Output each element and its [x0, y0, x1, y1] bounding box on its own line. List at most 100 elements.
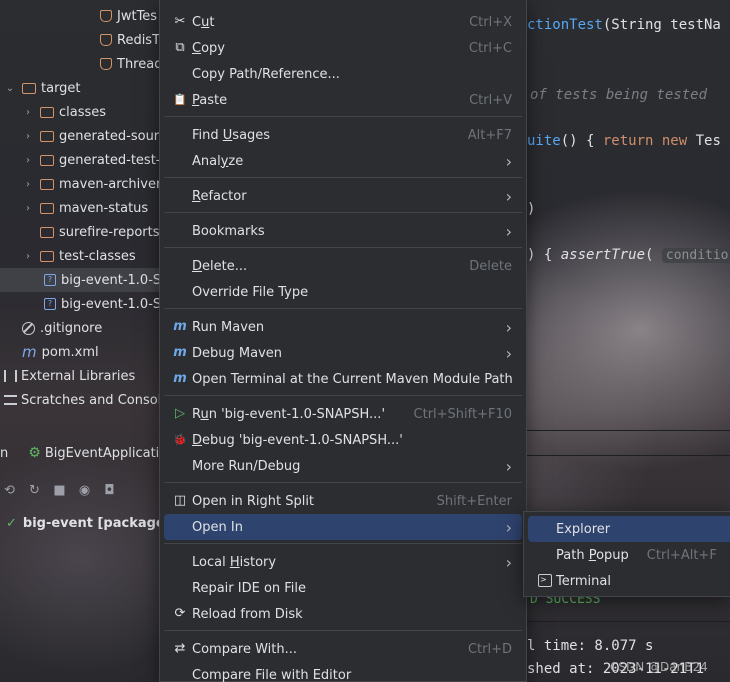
open-in-submenu: Explorer Path Popup Ctrl+Alt+F > Terminal [523, 511, 730, 597]
menu-item-bookmarks[interactable]: Bookmarks › [164, 218, 522, 244]
menu-item-label: Copy Path/Reference... [192, 66, 340, 82]
code-text: ( [645, 247, 654, 263]
maven-run-icon: m [173, 319, 187, 334]
tree-item[interactable]: › test-classes [0, 244, 170, 268]
menu-item-override-file-type[interactable]: Override File Type [164, 279, 522, 305]
menu-item-more-run-debug[interactable]: More Run/Debug › [164, 453, 522, 479]
menu-item-open-in-right-split[interactable]: ◫ Open in Right Split Shift+Enter [164, 488, 522, 514]
chevron-right-icon[interactable]: › [22, 251, 34, 262]
tree-item[interactable]: › classes [0, 100, 170, 124]
tree-item[interactable]: › generated-sour [0, 124, 170, 148]
editor-line-1: ctionTest(String testNa [527, 17, 721, 33]
chevron-down-icon[interactable]: ⌄ [4, 83, 16, 94]
rerun-failed-icon[interactable]: ↻ [27, 483, 42, 498]
tree-item-label: target [41, 80, 81, 96]
gitignore-icon [22, 321, 35, 335]
menu-item-paste[interactable]: 📋 Paste Ctrl+V [164, 87, 522, 113]
stop-icon[interactable]: ■ [52, 483, 67, 498]
tree-item-label: surefire-reports [59, 224, 160, 240]
tree-item[interactable]: surefire-reports [0, 220, 170, 244]
editor-line-2: of tests being tested [530, 87, 707, 103]
keyword-return: return [602, 133, 654, 149]
reload-icon: ⟳ [174, 606, 186, 621]
maven-terminal-icon: m [173, 371, 187, 386]
tree-item[interactable]: RedisT [0, 28, 170, 52]
menu-item-label: Copy [192, 40, 225, 56]
menu-item-delete[interactable]: Delete... Delete [164, 253, 522, 279]
run-tab-label[interactable]: BigEventApplicatio [45, 446, 167, 461]
tree-item-label: test-classes [59, 248, 136, 264]
chevron-right-icon[interactable]: › [22, 155, 34, 166]
menu-item-run-maven[interactable]: m Run Maven › [164, 314, 522, 340]
submenu-item-path-popup[interactable]: Path Popup Ctrl+Alt+F [528, 542, 730, 568]
chevron-right-icon[interactable]: › [22, 131, 34, 142]
console-rule [527, 621, 730, 622]
menu-item-local-history[interactable]: Local History › [164, 549, 522, 575]
chevron-right-icon[interactable]: › [22, 107, 34, 118]
menu-item-reload-from-disk[interactable]: ⟳ Reload from Disk [164, 601, 522, 627]
menu-item-refactor[interactable]: Refactor › [164, 183, 522, 209]
editor-line-3: uite() { return new Tes [527, 133, 721, 149]
menu-item-debug-maven[interactable]: m Debug Maven › [164, 340, 522, 366]
run-toolbar: ⟲ ↻ ■ ◉ ◘ [0, 478, 117, 502]
menu-separator [164, 308, 522, 309]
chevron-right-icon[interactable]: › [22, 203, 34, 214]
menu-item-find-usages[interactable]: Find Usages Alt+F7 [164, 122, 522, 148]
tree-item[interactable]: › generated-test- [0, 148, 170, 172]
keyword-new: new [653, 133, 688, 149]
eye-icon[interactable]: ◉ [77, 483, 92, 498]
submenu-item-terminal[interactable]: > Terminal [528, 568, 730, 594]
tree-item[interactable]: .gitignore [0, 316, 170, 340]
menu-item-repair-ide-on-file[interactable]: Repair IDE on File [164, 575, 522, 601]
tree-item[interactable]: ? big-event-1.0-S [0, 292, 170, 316]
tree-item[interactable]: m pom.xml [0, 340, 170, 364]
console-rule [527, 455, 730, 456]
menu-item-open-in[interactable]: Open In › [164, 514, 522, 540]
tree-item-label: Scratches and Consol [21, 392, 162, 408]
menu-item-compare-with[interactable]: ⇄ Compare With... Ctrl+D [164, 636, 522, 662]
paste-icon: 📋 [173, 93, 187, 106]
console-rule [527, 430, 730, 431]
menu-item-copy[interactable]: ⧉ Copy Ctrl+C [164, 35, 522, 61]
menu-item-copy-path-reference[interactable]: Copy Path/Reference... [164, 61, 522, 87]
tree-item[interactable]: ? big-event-1.0-S [0, 268, 170, 292]
jar-icon: ? [44, 274, 56, 286]
menu-item-cut[interactable]: ✂ Cut Ctrl+X [164, 9, 522, 35]
menu-item-shortcut: Ctrl+C [468, 40, 512, 56]
context-menu: ✂ Cut Ctrl+X ⧉ Copy Ctrl+C Copy Path/Reference… [159, 0, 527, 682]
menu-item-shortcut: Shift+Enter [436, 493, 512, 509]
tree-item-label: generated-sour [59, 128, 160, 144]
menu-item-label: Compare File with Editor [192, 667, 352, 682]
tree-item-label: Thread [117, 56, 163, 72]
tree-item-label: big-event-1.0-S [61, 272, 162, 288]
menu-item-label: Open Terminal at the Current Maven Modul… [192, 371, 513, 387]
menu-item-label: Compare With... [192, 641, 298, 657]
rerun-icon[interactable]: ⟲ [2, 483, 17, 498]
screenshot-icon[interactable]: ◘ [102, 483, 117, 498]
submenu-item-explorer[interactable]: Explorer [528, 516, 730, 542]
chevron-right-icon[interactable]: › [22, 179, 34, 190]
tree-item[interactable]: › maven-archiver [0, 172, 170, 196]
menu-item-label: Run 'big-event-1.0-SNAPSH...' [192, 406, 386, 422]
chevron-right-icon: › [505, 456, 512, 476]
menu-item-debug-big-event-1-0-snapsh[interactable]: 🐞 Debug 'big-event-1.0-SNAPSH...' [164, 427, 522, 453]
menu-item-label: Analyze [192, 153, 244, 169]
menu-item-compare-file-with-editor[interactable]: Compare File with Editor [164, 662, 522, 682]
tree-item-label: maven-archiver [59, 176, 162, 192]
menu-item-shortcut: Alt+F7 [467, 127, 512, 143]
compare-icon: ⇄ [174, 641, 186, 656]
tree-item[interactable]: › maven-status [0, 196, 170, 220]
run-task[interactable]: ✓ big-event [package]: [6, 512, 176, 534]
menu-item-open-terminal-at-the-current-maven-module-path[interactable]: m Open Terminal at the Current Maven Modu… [164, 366, 522, 392]
tree-item[interactable]: External Libraries [0, 364, 170, 388]
tree-item[interactable]: ⌄ target [0, 76, 170, 100]
tree-item[interactable]: Thread [0, 52, 170, 76]
menu-item-run-big-event-1-0-snapsh[interactable]: ▷ Run 'big-event-1.0-SNAPSH...' Ctrl+Shift… [164, 401, 522, 427]
tree-item[interactable]: Scratches and Consol [0, 388, 170, 412]
folder-icon [40, 202, 54, 214]
scissors-icon: ✂ [174, 14, 186, 29]
code-text: () { [560, 133, 603, 149]
menu-item-shortcut: Ctrl+Shift+F10 [413, 406, 512, 422]
tree-item[interactable]: JwtTes [0, 4, 170, 28]
menu-item-analyze[interactable]: Analyze › [164, 148, 522, 174]
